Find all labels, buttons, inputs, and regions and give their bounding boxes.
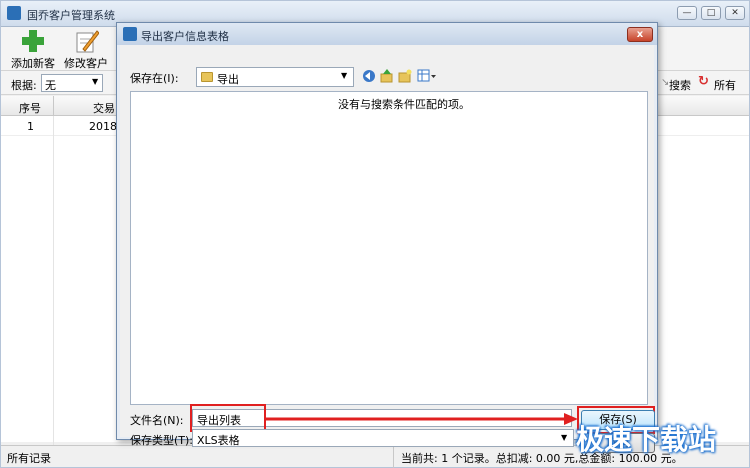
up-folder-icon[interactable] bbox=[380, 69, 394, 83]
watermark-logo: 极速下载站 bbox=[576, 423, 717, 456]
save-in-label: 保存在(I): bbox=[130, 72, 179, 85]
app-icon bbox=[7, 6, 21, 20]
chevron-down-icon: ▼ bbox=[341, 71, 348, 80]
status-left: 所有记录 bbox=[7, 452, 51, 465]
back-icon[interactable] bbox=[362, 69, 376, 83]
dialog-body: 保存在(I): 导出 ▼ 没有与搜索条件匹配的项。 文件名(N): 导出列表 保… bbox=[120, 45, 655, 453]
refresh-icon[interactable]: ↻ bbox=[698, 74, 709, 89]
column-divider bbox=[53, 96, 54, 116]
file-list[interactable]: 没有与搜索条件匹配的项。 bbox=[130, 91, 648, 405]
dialog-title-bar: 导出客户信息表格 x bbox=[117, 23, 657, 45]
close-button[interactable]: ✕ bbox=[725, 6, 745, 20]
maximize-button[interactable]: □ bbox=[701, 6, 721, 20]
show-all-button[interactable]: 所有 bbox=[714, 77, 736, 93]
red-arrow-icon bbox=[266, 413, 578, 425]
export-dialog: 导出客户信息表格 x 保存在(I): 导出 ▼ 没有与搜索条件匹配的项。 文件名… bbox=[116, 22, 658, 453]
column-header-index[interactable]: 序号 bbox=[19, 100, 41, 116]
edit-customer-label: 修改客户 bbox=[64, 57, 108, 70]
filter-select[interactable]: 无 ▼ bbox=[41, 74, 103, 92]
add-customer-button[interactable]: 添加新客户 bbox=[7, 29, 59, 86]
edit-customer-button[interactable]: 修改客户 bbox=[63, 29, 109, 70]
filter-select-value: 无 bbox=[45, 79, 56, 92]
filetype-label: 保存类型(T): bbox=[130, 434, 194, 447]
dialog-title: 导出客户信息表格 bbox=[141, 30, 229, 43]
main-window-title: 国乔客户管理系统 bbox=[27, 9, 115, 22]
column-divider bbox=[53, 116, 54, 462]
status-divider bbox=[393, 446, 394, 468]
save-in-value: 导出 bbox=[217, 73, 239, 86]
row-index: 1 bbox=[27, 120, 34, 133]
filename-highlight-box bbox=[190, 404, 266, 432]
minimize-button[interactable]: — bbox=[677, 6, 697, 20]
save-in-select[interactable]: 导出 ▼ bbox=[196, 67, 354, 87]
chevron-down-icon: ▼ bbox=[561, 433, 568, 442]
filename-label: 文件名(N): bbox=[130, 414, 184, 427]
filter-label: 根据: bbox=[11, 79, 37, 92]
view-menu-icon[interactable] bbox=[417, 69, 437, 83]
dialog-close-button[interactable]: x bbox=[627, 27, 653, 42]
empty-list-message: 没有与搜索条件匹配的项。 bbox=[338, 98, 470, 111]
filetype-select[interactable]: XLS表格 ▼ bbox=[192, 429, 574, 447]
new-folder-icon[interactable] bbox=[398, 69, 412, 83]
filetype-value: XLS表格 bbox=[197, 434, 240, 447]
chevron-down-icon: ▼ bbox=[92, 77, 99, 86]
folder-icon bbox=[201, 72, 213, 82]
dialog-app-icon bbox=[123, 27, 137, 41]
search-button[interactable]: 搜索 bbox=[669, 77, 691, 93]
green-plus-icon bbox=[22, 30, 44, 52]
pencil-notepad-icon bbox=[76, 30, 99, 53]
